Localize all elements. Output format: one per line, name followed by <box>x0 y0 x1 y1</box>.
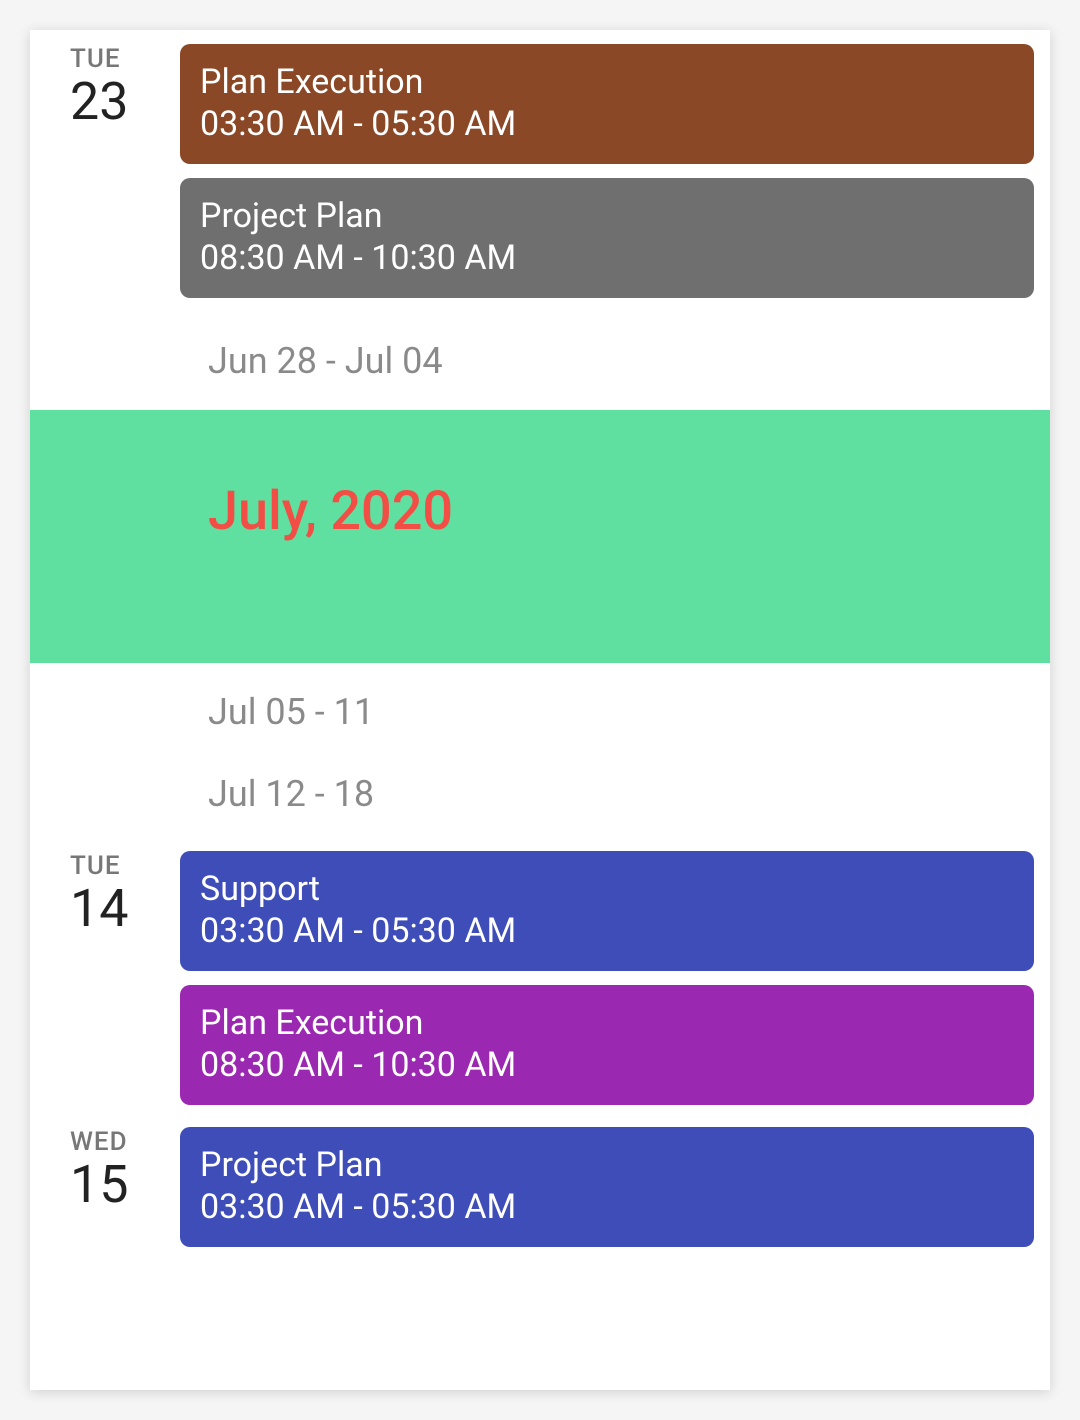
day-row: TUE 14 Support 03:30 AM - 05:30 AM Plan … <box>30 843 1050 1119</box>
events-column: Support 03:30 AM - 05:30 AM Plan Executi… <box>180 843 1034 1119</box>
weekday-label: WED <box>70 1127 180 1157</box>
event-title: Support <box>200 869 1014 909</box>
week-range-label: Jul 12 - 18 <box>30 761 1050 843</box>
day-row: WED 15 Project Plan 03:30 AM - 05:30 AM <box>30 1119 1050 1261</box>
event-time: 03:30 AM - 05:30 AM <box>200 911 1014 951</box>
events-column: Plan Execution 03:30 AM - 05:30 AM Proje… <box>180 36 1034 312</box>
event-title: Project Plan <box>200 196 1014 236</box>
event-title: Plan Execution <box>200 62 1014 102</box>
day-number: 14 <box>70 883 180 935</box>
agenda-card: TUE 23 Plan Execution 03:30 AM - 05:30 A… <box>30 30 1050 1390</box>
date-column: WED 15 <box>30 1119 180 1211</box>
event-item[interactable]: Plan Execution 03:30 AM - 05:30 AM <box>180 44 1034 164</box>
date-column: TUE 14 <box>30 843 180 935</box>
day-number: 15 <box>70 1159 180 1211</box>
day-row: TUE 23 Plan Execution 03:30 AM - 05:30 A… <box>30 30 1050 312</box>
event-title: Project Plan <box>200 1145 1014 1185</box>
month-header: July, 2020 <box>30 410 1050 663</box>
event-item[interactable]: Project Plan 08:30 AM - 10:30 AM <box>180 178 1034 298</box>
events-column: Project Plan 03:30 AM - 05:30 AM <box>180 1119 1034 1261</box>
event-item[interactable]: Plan Execution 08:30 AM - 10:30 AM <box>180 985 1034 1105</box>
event-time: 08:30 AM - 10:30 AM <box>200 238 1014 278</box>
week-range-label: Jul 05 - 11 <box>30 663 1050 761</box>
event-time: 03:30 AM - 05:30 AM <box>200 1187 1014 1227</box>
event-item[interactable]: Project Plan 03:30 AM - 05:30 AM <box>180 1127 1034 1247</box>
event-time: 08:30 AM - 10:30 AM <box>200 1045 1014 1085</box>
week-range-label: Jun 28 - Jul 04 <box>30 312 1050 410</box>
month-title: July, 2020 <box>208 480 1050 543</box>
event-item[interactable]: Support 03:30 AM - 05:30 AM <box>180 851 1034 971</box>
day-number: 23 <box>70 76 180 128</box>
date-column: TUE 23 <box>30 36 180 128</box>
event-time: 03:30 AM - 05:30 AM <box>200 104 1014 144</box>
event-title: Plan Execution <box>200 1003 1014 1043</box>
weekday-label: TUE <box>70 851 180 881</box>
weekday-label: TUE <box>70 44 180 74</box>
